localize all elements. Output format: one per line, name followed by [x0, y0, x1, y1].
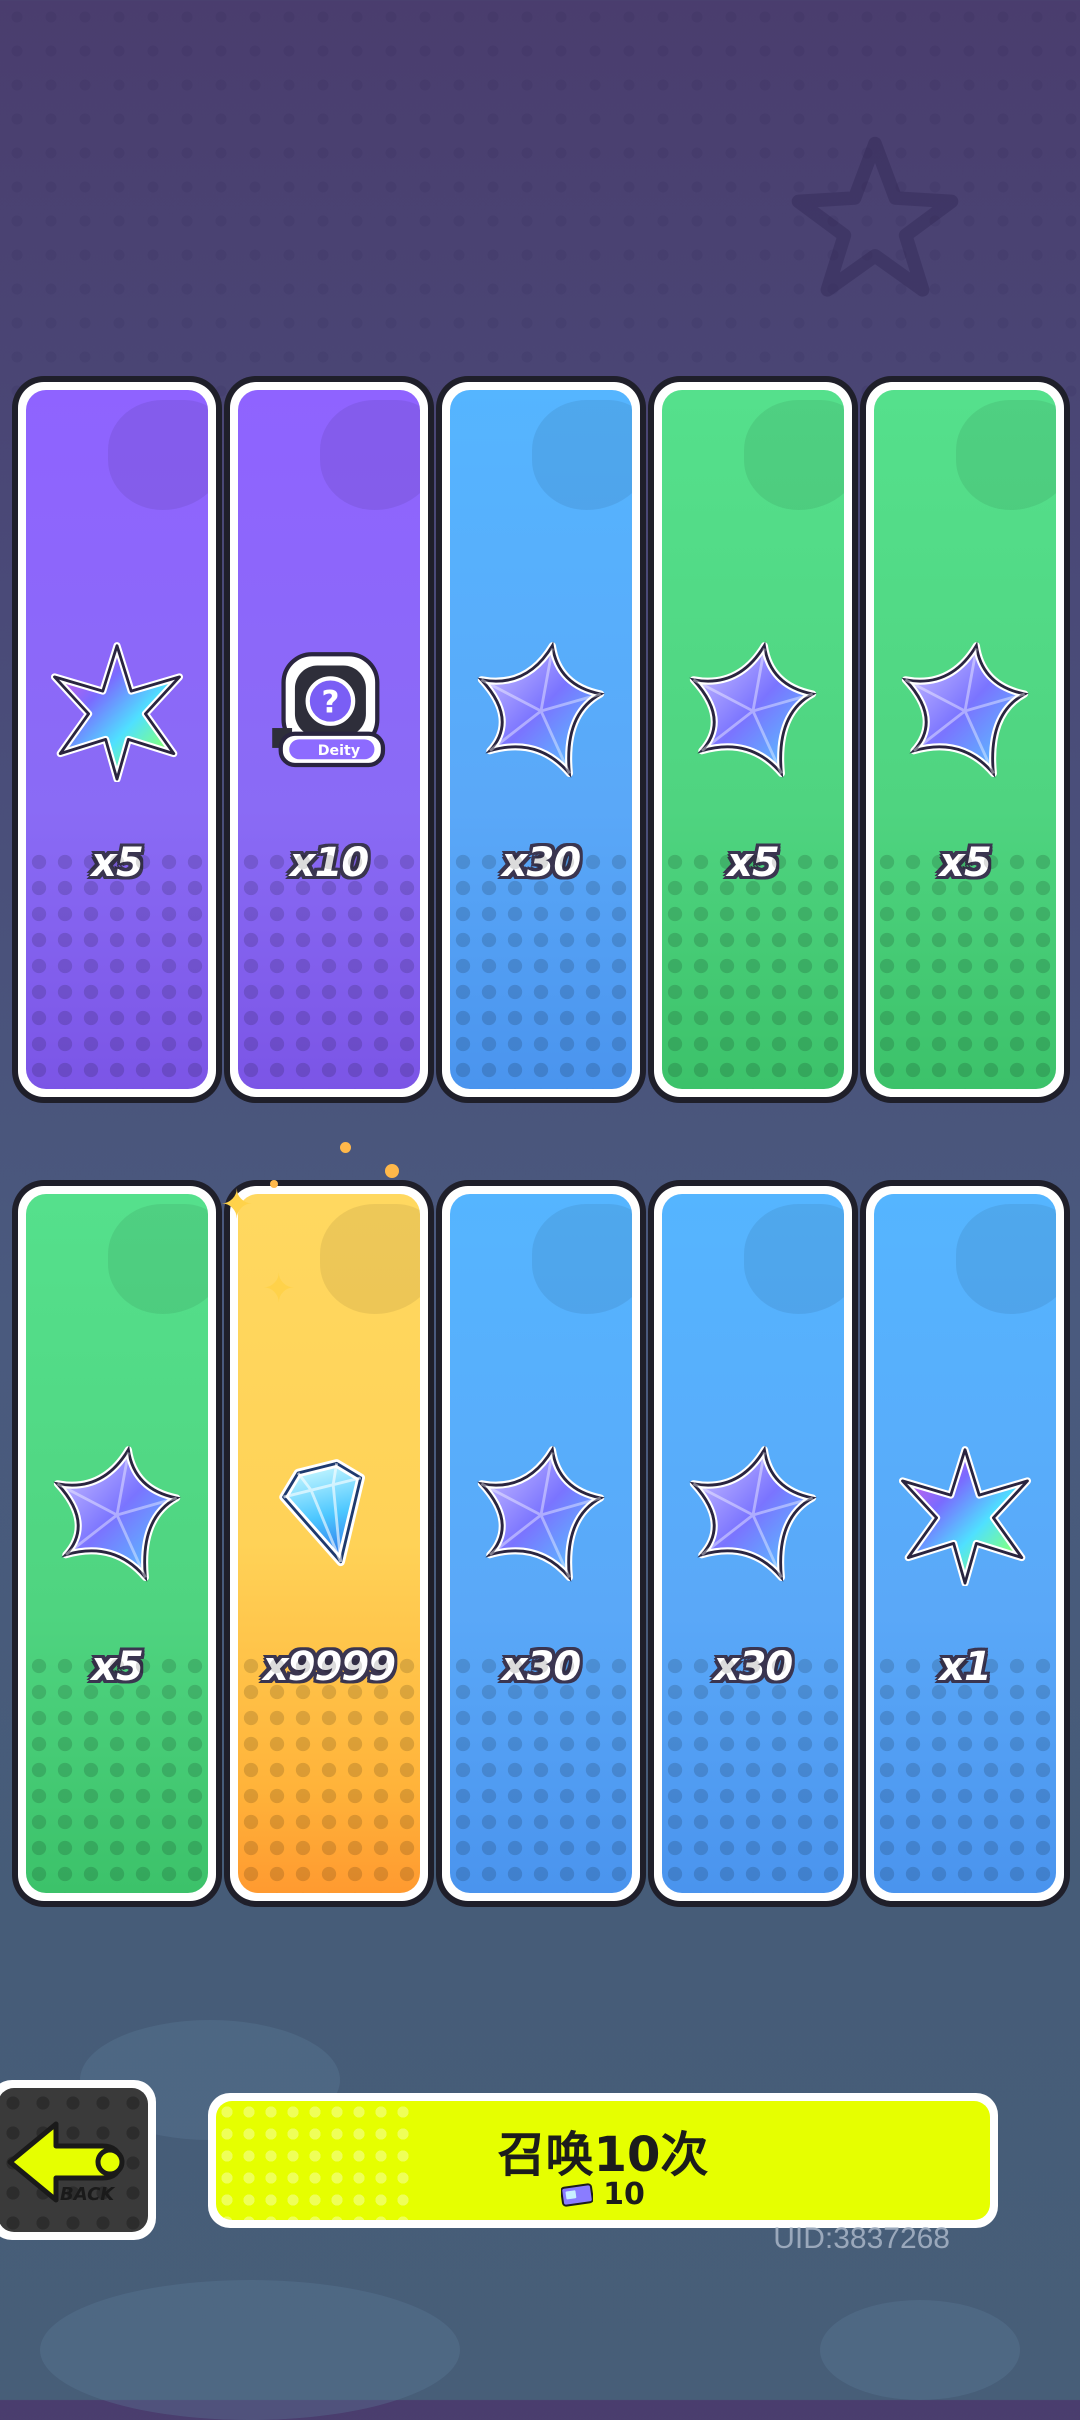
rainbow-star-icon [898, 1446, 1032, 1586]
reward-count: x9999 [262, 1644, 396, 1690]
reward-count: x5 [727, 840, 780, 886]
reward-card[interactable]: x9999 [230, 1186, 428, 1901]
badge-text: Deity [318, 743, 360, 759]
diamond-icon [279, 1459, 365, 1567]
sparkle-icon: ✦ [262, 1266, 296, 1312]
reward-card[interactable]: x5 [18, 1186, 216, 1901]
sparkle-icon: ✦ [220, 1182, 254, 1228]
card-background: x30 [450, 390, 632, 1089]
back-button[interactable]: BACK [0, 2080, 156, 2240]
blue-star-icon [53, 1445, 181, 1582]
svg-text:?: ? [321, 684, 339, 720]
blue-star-icon [477, 1445, 605, 1582]
reward-count: x1 [939, 1644, 992, 1690]
mystery-deity-badge-icon: ? Deity [272, 652, 386, 768]
sparkle-dot [385, 1164, 399, 1178]
sparkle-dot [340, 1142, 351, 1153]
background-splat [820, 2300, 1020, 2400]
background-star-icon [791, 136, 959, 297]
reward-card[interactable]: x5 [654, 382, 852, 1097]
user-id: UID:3837268 [773, 2222, 950, 2255]
reward-count: x5 [91, 1644, 144, 1690]
rainbow-star-icon [50, 642, 184, 782]
reward-card[interactable]: x5 [866, 382, 1064, 1097]
card-background: x30 [662, 1194, 844, 1893]
summon-button-face: 召唤10次 10 [216, 2101, 990, 2220]
summon-label: 召唤10次 [497, 2127, 709, 2183]
reward-count: x30 [501, 840, 581, 886]
sparkle-dot [270, 1180, 278, 1188]
back-button-face: BACK [0, 2088, 148, 2232]
card-background: x5 [874, 390, 1056, 1089]
reward-card[interactable]: x30 [442, 1186, 640, 1901]
summon-cost-value: 10 [603, 2177, 645, 2212]
reward-count: x5 [91, 840, 144, 886]
reward-count: x30 [713, 1644, 793, 1690]
reward-card[interactable]: x30 [654, 1186, 852, 1901]
blue-star-icon [689, 1445, 817, 1582]
reward-count: x30 [501, 1644, 581, 1690]
card-background: x30 [450, 1194, 632, 1893]
reward-card[interactable]: ? Deity x10 [230, 382, 428, 1097]
arrow-left-icon [7, 2121, 125, 2203]
card-background: x5 [26, 1194, 208, 1893]
blue-star-icon [901, 641, 1029, 778]
summon-10-button[interactable]: 召唤10次 10 [208, 2093, 998, 2228]
blue-star-icon [477, 641, 605, 778]
card-background: ? Deity x10 [238, 390, 420, 1089]
reward-card[interactable]: x30 [442, 382, 640, 1097]
reward-card[interactable]: x5 [18, 382, 216, 1097]
background-splat [40, 2280, 460, 2420]
reward-count: x10 [289, 840, 369, 886]
reward-count: x5 [939, 840, 992, 886]
card-background: x1 [874, 1194, 1056, 1893]
back-label: BACK [60, 2184, 115, 2205]
card-background: x5 [26, 390, 208, 1089]
card-background: x5 [662, 390, 844, 1089]
summon-cost: 10 [216, 2177, 990, 2212]
blue-star-icon [689, 641, 817, 778]
ticket-icon [561, 2182, 594, 2207]
reward-card[interactable]: x1 [866, 1186, 1064, 1901]
